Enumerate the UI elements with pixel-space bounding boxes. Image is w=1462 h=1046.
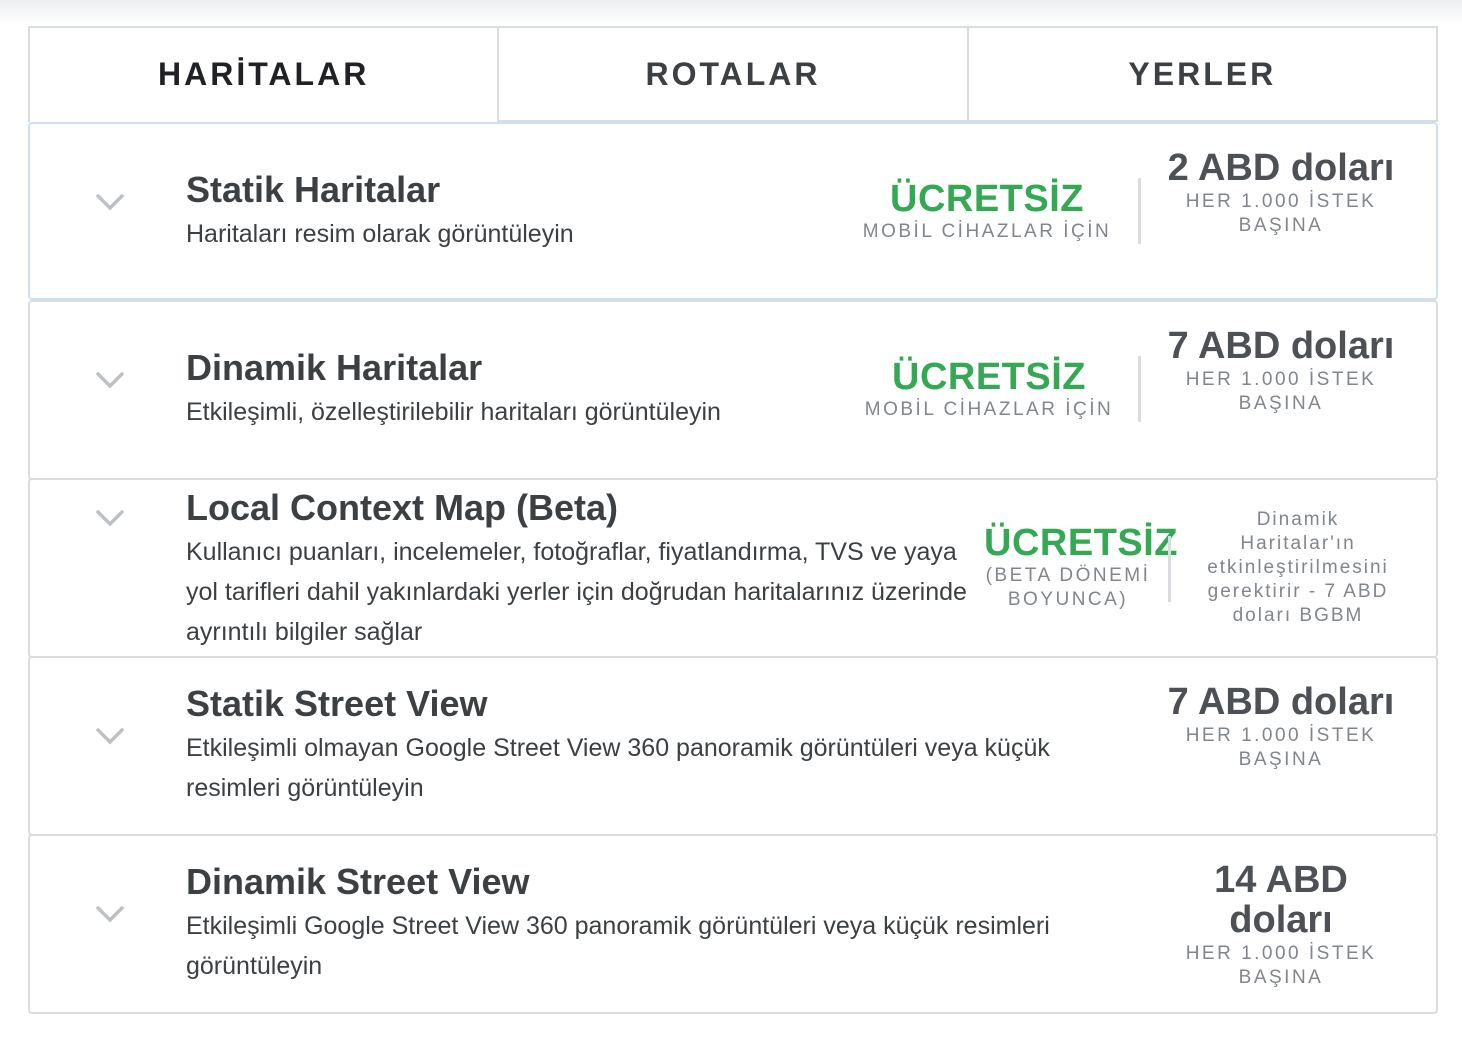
chevron-down-icon[interactable]: [94, 502, 126, 534]
price-amount: 2 ABD doları: [1167, 147, 1395, 189]
divider: [1138, 178, 1141, 244]
chevron-down-icon[interactable]: [94, 186, 126, 218]
free-sublabel: MOBİL CİHAZLAR İÇİN: [864, 399, 1114, 420]
free-tier: ÜCRETSİZ (BETA DÖNEMİ BOYUNCA): [984, 522, 1178, 612]
tab-yerler[interactable]: YERLER: [966, 28, 1436, 122]
top-shade: [0, 0, 1462, 26]
chevron-down-icon[interactable]: [94, 364, 126, 396]
price: 2 ABD doları HER 1.000 İSTEK BAŞINA: [1166, 148, 1396, 238]
divider: [1168, 536, 1171, 602]
chevron-down-icon[interactable]: [94, 898, 126, 930]
pricing-panel: HARİTALAR ROTALAR YERLER Statik Haritala…: [28, 26, 1438, 1014]
price: 14 ABD doları HER 1.000 İSTEK BAŞINA: [1166, 860, 1396, 990]
chevron-down-icon[interactable]: [94, 720, 126, 752]
sku-title: Dinamik Street View: [186, 861, 530, 902]
sku-description: Etkileşimli olmayan Google Street View 3…: [186, 734, 1050, 802]
price: 7 ABD doları HER 1.000 İSTEK BAŞINA: [1166, 326, 1396, 416]
free-tier: ÜCRETSİZ MOBİL CİHAZLAR İÇİN: [862, 178, 1112, 244]
sku-row-local-context-map[interactable]: Local Context Map (Beta) Kullanıcı puanl…: [28, 478, 1438, 658]
sku-title: Dinamik Haritalar: [186, 347, 483, 388]
product-tabs: HARİTALAR ROTALAR YERLER: [28, 26, 1438, 122]
requirement-note: Dinamik Haritalar'ın etkinleştirilmesini…: [1207, 509, 1389, 626]
sku-row-static-street-view[interactable]: Statik Street View Etkileşimli olmayan G…: [28, 656, 1438, 836]
free-tier: ÜCRETSİZ MOBİL CİHAZLAR İÇİN: [864, 356, 1114, 422]
price-unit: HER 1.000 İSTEK BAŞINA: [1185, 943, 1377, 988]
price-unit: HER 1.000 İSTEK BAŞINA: [1185, 725, 1377, 770]
sku-title: Local Context Map (Beta): [186, 487, 619, 528]
sku-description: Etkileşimli, özelleştirilebilir haritala…: [186, 398, 721, 426]
sku-row-static-maps[interactable]: Statik Haritalar Haritaları resim olarak…: [28, 122, 1438, 300]
free-sublabel: MOBİL CİHAZLAR İÇİN: [862, 221, 1112, 242]
tab-haritalar[interactable]: HARİTALAR: [30, 28, 498, 122]
price-amount: 7 ABD doları: [1167, 325, 1395, 367]
free-label: ÜCRETSİZ: [984, 522, 1178, 564]
free-label: ÜCRETSİZ: [892, 356, 1086, 398]
price-amount: 14 ABD doları: [1214, 859, 1348, 941]
price-unit: HER 1.000 İSTEK BAŞINA: [1185, 369, 1377, 414]
sku-row-dynamic-street-view[interactable]: Dinamik Street View Etkileşimli Google S…: [28, 834, 1438, 1014]
sku-description: Kullanıcı puanları, incelemeler, fotoğra…: [186, 538, 967, 646]
sku-title: Statik Haritalar: [186, 169, 441, 210]
tab-rotalar[interactable]: ROTALAR: [497, 28, 967, 122]
price: 7 ABD doları HER 1.000 İSTEK BAŞINA: [1166, 682, 1396, 772]
price-unit: HER 1.000 İSTEK BAŞINA: [1185, 191, 1377, 236]
sku-description: Etkileşimli Google Street View 360 panor…: [186, 912, 1050, 980]
free-sublabel: (BETA DÖNEMİ BOYUNCA): [985, 565, 1151, 610]
sku-title: Statik Street View: [186, 683, 488, 724]
divider: [1138, 356, 1141, 422]
sku-description: Haritaları resim olarak görüntüleyin: [186, 220, 574, 248]
sku-row-dynamic-maps[interactable]: Dinamik Haritalar Etkileşimli, özelleşti…: [28, 300, 1438, 480]
price-amount: 7 ABD doları: [1167, 681, 1395, 723]
free-label: ÜCRETSİZ: [890, 178, 1084, 220]
